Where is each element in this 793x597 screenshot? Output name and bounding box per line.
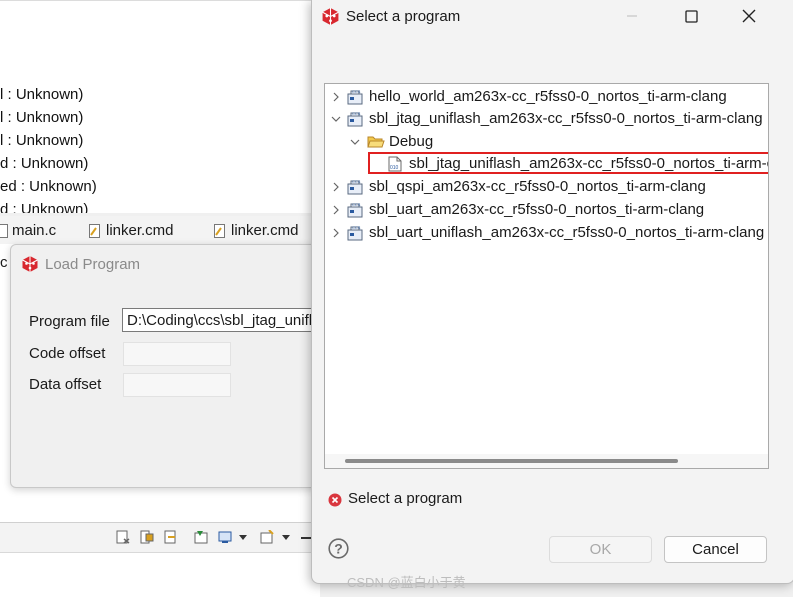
- editor-text-fragment: c: [0, 254, 8, 271]
- dialog-titlebar: Select a program: [312, 0, 793, 34]
- minimize-button[interactable]: [609, 0, 655, 32]
- tab-label: linker.cmd: [231, 222, 299, 239]
- help-icon[interactable]: ?: [328, 538, 349, 563]
- tree-item[interactable]: CCS hello_world_am263x-cc_r5fss0-0_norto…: [325, 86, 768, 108]
- console-line: d : Unknown): [0, 201, 89, 213]
- editor-tab-bar: main.c linker.cmd linker.cmd: [0, 216, 320, 245]
- tree-item[interactable]: CCS sbl_uart_uniflash_am263x-cc_r5fss0-0…: [325, 222, 768, 244]
- chevron-right-icon[interactable]: [331, 222, 341, 244]
- ok-button[interactable]: OK: [549, 536, 652, 563]
- program-file-input[interactable]: [122, 308, 321, 332]
- console-line: d : Unknown): [0, 155, 89, 172]
- tab-linker-cmd[interactable]: linker.cmd: [88, 220, 174, 242]
- svg-text:CCS: CCS: [352, 202, 361, 207]
- cmd-file-icon: [88, 223, 102, 245]
- dialog-title: Select a program: [346, 8, 461, 25]
- tree-item[interactable]: CCS sbl_uart_am263x-cc_r5fss0-0_nortos_t…: [325, 199, 768, 221]
- ccs-project-icon: CCS: [347, 225, 365, 248]
- display-console-icon[interactable]: [218, 530, 232, 544]
- console-view: l : Unknown) l : Unknown) l : Unknown) d…: [0, 0, 320, 213]
- tab-linker-cmd-2[interactable]: linker.cmd: [213, 220, 299, 242]
- word-wrap-icon[interactable]: [164, 530, 178, 544]
- svg-text:CCS: CCS: [352, 179, 361, 184]
- selection-highlight: [368, 152, 768, 174]
- tree-item[interactable]: Debug: [325, 131, 768, 153]
- program-file-label: Program file: [29, 313, 110, 330]
- close-icon: [742, 9, 756, 23]
- tree-item-label: sbl_qspi_am263x-cc_r5fss0-0_nortos_ti-ar…: [369, 178, 706, 195]
- scrollbar-thumb[interactable]: [345, 459, 678, 463]
- tree-item-label: Debug: [389, 133, 434, 150]
- load-program-dialog: Load Program Program file Code offset Da…: [10, 244, 322, 488]
- open-console-icon[interactable]: [260, 530, 274, 544]
- console-line: l : Unknown): [0, 132, 84, 149]
- program-tree[interactable]: CCS hello_world_am263x-cc_r5fss0-0_norto…: [324, 83, 769, 469]
- tree-item-label: sbl_uart_am263x-cc_r5fss0-0_nortos_ti-ar…: [369, 201, 705, 218]
- svg-text:CCS: CCS: [352, 111, 361, 116]
- tree-item[interactable]: CCS sbl_jtag_uniflash_am263x-cc_r5fss0-0…: [325, 108, 768, 130]
- maximize-button[interactable]: [668, 0, 714, 32]
- data-offset-label: Data offset: [29, 376, 102, 393]
- status-message: Select a program: [348, 490, 463, 507]
- minimize-icon: [627, 15, 637, 17]
- watermark: CSDN @蓝白小于黄: [347, 575, 466, 590]
- console-line: l : Unknown): [0, 109, 84, 126]
- ide-lower-area: [0, 552, 320, 597]
- tab-label: main.c: [12, 222, 57, 239]
- pin-console-icon[interactable]: [194, 530, 208, 544]
- svg-text:CCS: CCS: [352, 225, 361, 230]
- ccs-logo-icon: [21, 255, 39, 277]
- console-line: l : Unknown): [0, 86, 84, 103]
- tree-item-label: sbl_jtag_uniflash_am263x-cc_r5fss0-0_nor…: [369, 110, 763, 127]
- cancel-button[interactable]: Cancel: [664, 536, 767, 563]
- tree-item-label: hello_world_am263x-cc_r5fss0-0_nortos_ti…: [369, 88, 727, 105]
- tab-main-c[interactable]: main.c: [0, 220, 56, 242]
- dialog-title: Load Program: [45, 256, 141, 273]
- data-offset-field[interactable]: [123, 373, 231, 397]
- chevron-right-icon[interactable]: [331, 176, 341, 198]
- chevron-down-icon[interactable]: [238, 530, 248, 544]
- scroll-lock-icon[interactable]: [140, 530, 154, 544]
- code-offset-label: Code offset: [29, 345, 106, 362]
- code-offset-field[interactable]: [123, 342, 231, 366]
- chevron-down-icon[interactable]: [350, 131, 360, 153]
- ccs-logo-icon: [321, 7, 340, 30]
- cmd-file-icon: [213, 223, 227, 245]
- ide-toolbar: [0, 522, 320, 553]
- console-line: ed : Unknown): [0, 178, 97, 195]
- svg-text:CCS: CCS: [352, 89, 361, 94]
- close-button[interactable]: [726, 0, 772, 32]
- tree-item[interactable]: CCS sbl_qspi_am263x-cc_r5fss0-0_nortos_t…: [325, 176, 768, 198]
- select-program-dialog: Select a program CCS hello_world_am263x-…: [311, 0, 793, 584]
- clear-console-icon[interactable]: [116, 530, 130, 544]
- horizontal-scrollbar[interactable]: [325, 454, 768, 468]
- chevron-right-icon[interactable]: [331, 199, 341, 221]
- svg-text:?: ?: [334, 541, 343, 557]
- c-file-icon: [0, 223, 8, 245]
- chevron-down-icon[interactable]: [331, 108, 341, 130]
- error-icon: [328, 493, 342, 511]
- chevron-right-icon[interactable]: [331, 86, 341, 108]
- tree-item-label: sbl_uart_uniflash_am263x-cc_r5fss0-0_nor…: [369, 224, 765, 241]
- tab-label: linker.cmd: [106, 222, 174, 239]
- maximize-icon: [684, 9, 698, 23]
- chevron-down-icon[interactable]: [281, 530, 291, 544]
